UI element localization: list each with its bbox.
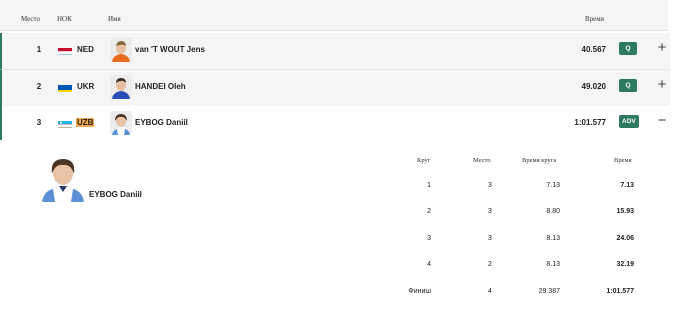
split-time: 15.93	[616, 208, 634, 215]
header-rank: Место	[21, 15, 40, 23]
split-lap: Финиш	[408, 288, 431, 295]
header-name: Имя	[108, 15, 121, 23]
header-noc: НОК	[57, 15, 72, 23]
split-lap: 1	[427, 182, 431, 189]
split-place: 4	[488, 288, 492, 295]
table-row-expanded[interactable]: 3 UZB EYBOG Daniil 1:01.577 ADV −	[0, 106, 670, 140]
header-time: Время	[585, 15, 604, 23]
status-badge: Q	[619, 79, 637, 92]
noc-code: UZB	[76, 118, 95, 127]
expand-icon[interactable]: +	[655, 77, 669, 92]
col-lap: Круг	[417, 157, 431, 164]
split-place: 3	[488, 182, 492, 189]
rank: 1	[36, 45, 42, 54]
split-place: 3	[488, 208, 492, 215]
table-row[interactable]: 2 UKR HANDEI Oleh 49.020 Q +	[0, 70, 670, 107]
split-time: 32.19	[616, 261, 634, 268]
result-time: 49.020	[581, 82, 606, 91]
split-lap-time: 8.13	[546, 261, 560, 268]
split-time: 7.13	[620, 182, 634, 189]
athlete-photo	[40, 154, 86, 202]
split-lap-time: 7.13	[546, 182, 560, 189]
split-time: 24.06	[616, 235, 634, 242]
noc-code: UKR	[77, 82, 95, 91]
flag-ukr-icon	[58, 82, 72, 92]
split-detail-panel	[0, 140, 668, 321]
table-row[interactable]: 1 NED van 'T WOUT Jens 40.567 Q +	[0, 33, 670, 70]
split-place: 2	[488, 261, 492, 268]
avatar	[110, 111, 132, 135]
status-badge: Q	[619, 42, 637, 55]
split-time: 1:01.577	[606, 288, 634, 295]
result-time: 1:01.577	[574, 118, 606, 127]
athlete-detail-name: EYBOG Daniil	[89, 190, 142, 199]
athlete-name[interactable]: EYBOG Daniil	[135, 118, 188, 127]
expand-icon[interactable]: +	[655, 40, 669, 55]
split-lap-time: 29.387	[538, 288, 560, 295]
split-place: 3	[488, 235, 492, 242]
results-table-header: Место НОК Имя Время	[0, 0, 668, 31]
col-place: Место	[473, 157, 491, 164]
split-lap: 3	[427, 235, 431, 242]
rank: 3	[36, 118, 42, 127]
avatar	[110, 75, 132, 99]
flag-ned-icon	[58, 45, 72, 55]
athlete-name[interactable]: van 'T WOUT Jens	[135, 45, 205, 54]
flag-uzb-icon	[58, 118, 72, 128]
status-badge: ADV	[619, 115, 639, 128]
split-lap: 2	[427, 208, 431, 215]
col-lap-time: Время круга	[522, 157, 557, 164]
result-time: 40.567	[581, 45, 606, 54]
split-lap-time: 8.13	[546, 235, 560, 242]
avatar	[110, 38, 132, 62]
rank: 2	[36, 82, 42, 91]
split-lap: 4	[427, 261, 431, 268]
noc-code: NED	[77, 45, 94, 54]
split-lap-time: 8.80	[546, 208, 560, 215]
collapse-icon[interactable]: −	[655, 113, 669, 128]
athlete-name[interactable]: HANDEI Oleh	[135, 82, 186, 91]
col-time: Время	[614, 157, 632, 164]
